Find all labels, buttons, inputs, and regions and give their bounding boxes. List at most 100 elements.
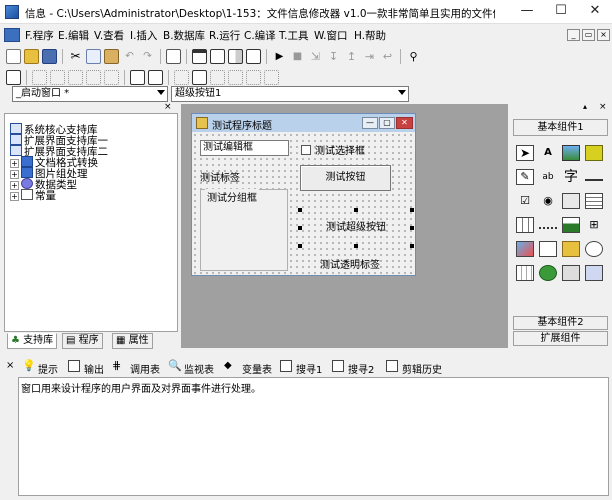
menu-insert[interactable]: I.插入	[130, 28, 157, 43]
test-super-button[interactable]: 测试超级按钮	[298, 208, 414, 248]
picture-icon[interactable]	[562, 145, 580, 161]
paste-icon[interactable]	[104, 49, 119, 64]
menu-view[interactable]: V.查看	[94, 28, 124, 43]
table-icon[interactable]	[516, 217, 534, 233]
tab-callstack[interactable]: 调用表	[130, 361, 160, 376]
breakpoint-icon[interactable]: ↩	[380, 49, 395, 64]
tree-icon[interactable]: ⊞	[585, 217, 603, 233]
edit-icon[interactable]: ✎	[516, 169, 534, 185]
selection-handle[interactable]	[354, 208, 358, 212]
space-equal-icon[interactable]	[264, 70, 279, 85]
space-vertical-icon[interactable]	[246, 70, 261, 85]
undo-icon[interactable]: ↶	[122, 49, 137, 64]
open-icon[interactable]	[24, 49, 39, 64]
tree-item[interactable]: + 常量	[10, 188, 56, 203]
checkbox-icon[interactable]: ☑	[516, 193, 534, 209]
selection-handle[interactable]	[410, 244, 414, 248]
timer-icon[interactable]	[585, 241, 603, 257]
selection-handle[interactable]	[410, 208, 414, 212]
tab-variables[interactable]: 变量表	[242, 361, 272, 376]
mdi-minimize-button[interactable]: _	[567, 29, 580, 41]
menu-run[interactable]: R.运行	[209, 28, 240, 43]
scroll-icon[interactable]	[562, 217, 580, 233]
tab-search2[interactable]: 搜寻2	[348, 361, 374, 376]
network-icon[interactable]	[539, 265, 557, 281]
image-icon[interactable]	[516, 241, 534, 257]
expand-icon[interactable]: +	[10, 192, 19, 201]
test-checkbox[interactable]: 测试选择框	[301, 142, 365, 157]
selection-handle[interactable]	[298, 226, 302, 230]
step-out-icon[interactable]: ↥	[344, 49, 359, 64]
window-icon[interactable]	[192, 49, 207, 64]
window-selector[interactable]: _启动窗口 *	[12, 86, 168, 102]
tab-clip-history[interactable]: 剪辑历史	[402, 361, 442, 376]
save-icon[interactable]	[42, 49, 57, 64]
menu-window[interactable]: W.窗口	[314, 28, 348, 43]
basic-components-1-header[interactable]: 基本组件1	[513, 119, 608, 136]
cut-icon[interactable]: ✂	[68, 49, 83, 64]
redo-icon[interactable]: ↷	[140, 49, 155, 64]
new-icon[interactable]	[6, 49, 21, 64]
copy-icon[interactable]	[86, 49, 101, 64]
output-area[interactable]: 窗口用来设计程序的用户界面及对界面事件进行处理。	[18, 377, 609, 496]
same-width-icon[interactable]	[174, 70, 189, 85]
space-horizontal-icon[interactable]	[228, 70, 243, 85]
same-height-icon[interactable]	[192, 70, 207, 85]
selection-handle[interactable]	[410, 226, 414, 230]
selection-handle[interactable]	[298, 208, 302, 212]
menu-help[interactable]: H.帮助	[354, 28, 386, 43]
selection-handle[interactable]	[354, 244, 358, 248]
shape-icon[interactable]	[585, 145, 603, 161]
center-horizontal-icon[interactable]	[130, 70, 145, 85]
printer-icon[interactable]	[562, 265, 580, 281]
stop-icon[interactable]: ■	[290, 49, 305, 64]
radio-icon[interactable]: ◉	[539, 193, 557, 209]
button-icon[interactable]	[562, 193, 580, 209]
list-icon[interactable]	[585, 193, 603, 209]
tab-search1[interactable]: 搜寻1	[296, 361, 322, 376]
panel-pin-icon[interactable]: ▴	[583, 102, 587, 111]
textbox-icon[interactable]: ab	[539, 169, 557, 185]
menu-program[interactable]: F.程序	[25, 28, 54, 43]
maximize-button[interactable]: ☐	[544, 0, 578, 24]
selection-handle[interactable]	[298, 244, 302, 248]
tab-output[interactable]: 输出	[84, 361, 104, 376]
menu-edit[interactable]: E.编辑	[58, 28, 89, 43]
align-center-icon[interactable]	[50, 70, 65, 85]
run-to-cursor-icon[interactable]: ⇥	[362, 49, 377, 64]
align-top-icon[interactable]	[86, 70, 101, 85]
same-size-icon[interactable]	[210, 70, 225, 85]
tab-support-library[interactable]: ♣ 支持库	[7, 333, 58, 349]
pointer-icon[interactable]: ➤	[516, 145, 534, 161]
tab-hint[interactable]: 提示	[38, 361, 58, 376]
tab-watch[interactable]: 监视表	[184, 361, 214, 376]
folder-icon[interactable]	[562, 241, 580, 257]
panel-close-icon[interactable]: ×	[599, 102, 607, 112]
panel-icon[interactable]	[246, 49, 261, 64]
tab-program[interactable]: ▤ 程序	[62, 333, 103, 349]
tab-properties[interactable]: ▦ 属性	[112, 333, 153, 349]
find-icon[interactable]	[166, 49, 181, 64]
step-into-icon[interactable]: ⇲	[308, 49, 323, 64]
combo-icon[interactable]	[539, 241, 557, 257]
align-bottom-icon[interactable]	[104, 70, 119, 85]
calendar-icon[interactable]	[516, 265, 534, 281]
font-icon[interactable]: 字	[562, 169, 580, 185]
line-icon[interactable]	[585, 169, 603, 181]
panel-close-icon[interactable]: ×	[164, 102, 172, 112]
control-selector[interactable]: 超级按钮1	[171, 86, 409, 102]
basic-components-2-header[interactable]: 基本组件2	[513, 316, 608, 330]
align-right-icon[interactable]	[68, 70, 83, 85]
menu-compile[interactable]: C.编译	[244, 28, 276, 43]
layout-icon[interactable]	[210, 49, 225, 64]
output-panel-close-icon[interactable]: ×	[6, 360, 14, 371]
db-icon[interactable]	[585, 265, 603, 281]
designer-form[interactable]: 测试程序标题 — ▢ ✕ 测试编辑框 测试选择框 测试标签 测试按钮 测试分组框…	[191, 113, 416, 276]
menu-tools[interactable]: T.工具	[279, 28, 309, 43]
ruler-icon[interactable]	[539, 217, 557, 229]
step-over-icon[interactable]: ↧	[326, 49, 341, 64]
minimize-button[interactable]: —	[510, 0, 544, 24]
test-button[interactable]: 测试按钮	[300, 165, 391, 191]
split-icon[interactable]	[228, 49, 243, 64]
grid-icon[interactable]	[6, 70, 21, 85]
